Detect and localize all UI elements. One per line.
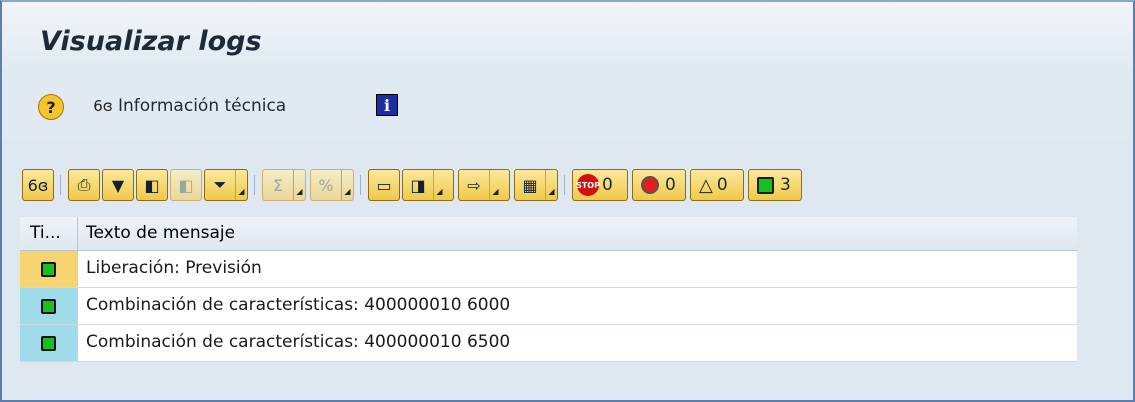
dropdown-arrow-icon[interactable]: ◢ [341, 170, 353, 200]
dropdown-arrow-icon[interactable]: ◢ [235, 170, 247, 200]
technical-info-toolbar-button[interactable]: 6ɞ [22, 169, 54, 201]
message-text: Liberación: Previsión [86, 258, 262, 278]
success-icon [41, 335, 56, 351]
message-text: Combinación de características: 40000001… [86, 332, 511, 352]
warning-icon: △ [699, 174, 713, 196]
separator [254, 175, 255, 195]
find-icon: ◧ [144, 175, 160, 195]
export-icon: ⇨ [467, 175, 481, 195]
success-count: 3 [780, 175, 791, 195]
column-header-type[interactable]: Ti... [20, 217, 78, 250]
warning-filter-button[interactable]: △ 0 [690, 169, 744, 201]
error-filter-button[interactable]: 0 [632, 169, 686, 201]
type-cell[interactable] [20, 251, 78, 287]
subtotal-button[interactable]: % ◢ [310, 169, 354, 201]
success-filter-button[interactable]: 3 [748, 169, 802, 201]
info-icon[interactable]: i [376, 94, 398, 116]
dropdown-arrow-icon[interactable]: ◢ [545, 170, 557, 200]
find-button[interactable]: ◧ [136, 169, 168, 201]
separator [60, 175, 61, 195]
table-row[interactable]: Combinación de características: 40000001… [20, 325, 1077, 362]
table-row[interactable]: Liberación: Previsión [20, 251, 1077, 288]
type-cell[interactable] [20, 288, 78, 324]
stop-icon: STOP [576, 174, 600, 196]
dropdown-arrow-icon[interactable]: ◢ [293, 170, 305, 200]
title-bar: Visualizar logs [2, 2, 1133, 76]
subtotal-icon: % [318, 175, 334, 195]
stop-filter-button[interactable]: STOP 0 [572, 169, 628, 201]
error-count: 0 [665, 175, 676, 195]
page-title: Visualizar logs [40, 26, 262, 57]
print-button[interactable]: ⎙ [68, 169, 100, 201]
find-next-icon: ◧ [178, 175, 194, 195]
layout-icon: ▦ [522, 175, 538, 195]
success-icon [41, 261, 56, 277]
glasses-icon[interactable]: 6ɞ [90, 96, 116, 116]
find-next-button[interactable]: ◧ [170, 169, 202, 201]
column-header-text[interactable]: Texto de mensaje [86, 223, 235, 243]
separator [564, 175, 565, 195]
print-preview-icon: ▭ [376, 175, 392, 195]
message-text: Combinación de características: 40000001… [86, 295, 511, 315]
details-button[interactable]: ◨ ◢ [402, 169, 454, 201]
alv-toolbar: 6ɞ ⎙ ▼ ◧ ◧ ⏷ ◢ Σ ◢ % ◢ ▭ ◨ ◢ ⇨ ◢ ▦ ◢ STOP 0 0 … [22, 169, 1132, 203]
table-header: Ti... Texto de mensaje [20, 217, 1077, 251]
layout-button[interactable]: ▦ ◢ [514, 169, 558, 201]
export-button[interactable]: ⇨ ◢ [458, 169, 510, 201]
dropdown-arrow-icon[interactable]: ◢ [433, 170, 445, 200]
type-cell[interactable] [20, 325, 78, 361]
set-filter-icon: ⏷ [213, 175, 227, 194]
table-row[interactable]: Combinación de características: 40000001… [20, 288, 1077, 325]
sum-icon: Σ [272, 175, 284, 195]
sum-button[interactable]: Σ ◢ [262, 169, 306, 201]
warning-count: 0 [716, 175, 728, 195]
filter-button[interactable]: ▼ [102, 169, 134, 201]
error-icon [641, 176, 659, 194]
stop-count: 0 [602, 175, 613, 195]
window: Visualizar logs ? 6ɞ Información técnica… [0, 0, 1135, 402]
success-icon [41, 298, 56, 314]
technical-info-button[interactable]: Información técnica [118, 96, 286, 116]
dropdown-arrow-icon[interactable]: ◢ [489, 170, 501, 200]
application-toolbar: ? 6ɞ Información técnica i [2, 76, 1133, 138]
set-filter-button[interactable]: ⏷ ◢ [204, 169, 248, 201]
filter-icon: ▼ [111, 175, 125, 195]
help-icon[interactable]: ? [38, 94, 64, 120]
print-icon: ⎙ [77, 175, 91, 194]
separator [360, 175, 361, 195]
details-icon: ◨ [410, 175, 426, 195]
success-icon [757, 176, 774, 194]
print-preview-button[interactable]: ▭ [368, 169, 400, 201]
glasses-icon: 6ɞ [27, 175, 49, 195]
